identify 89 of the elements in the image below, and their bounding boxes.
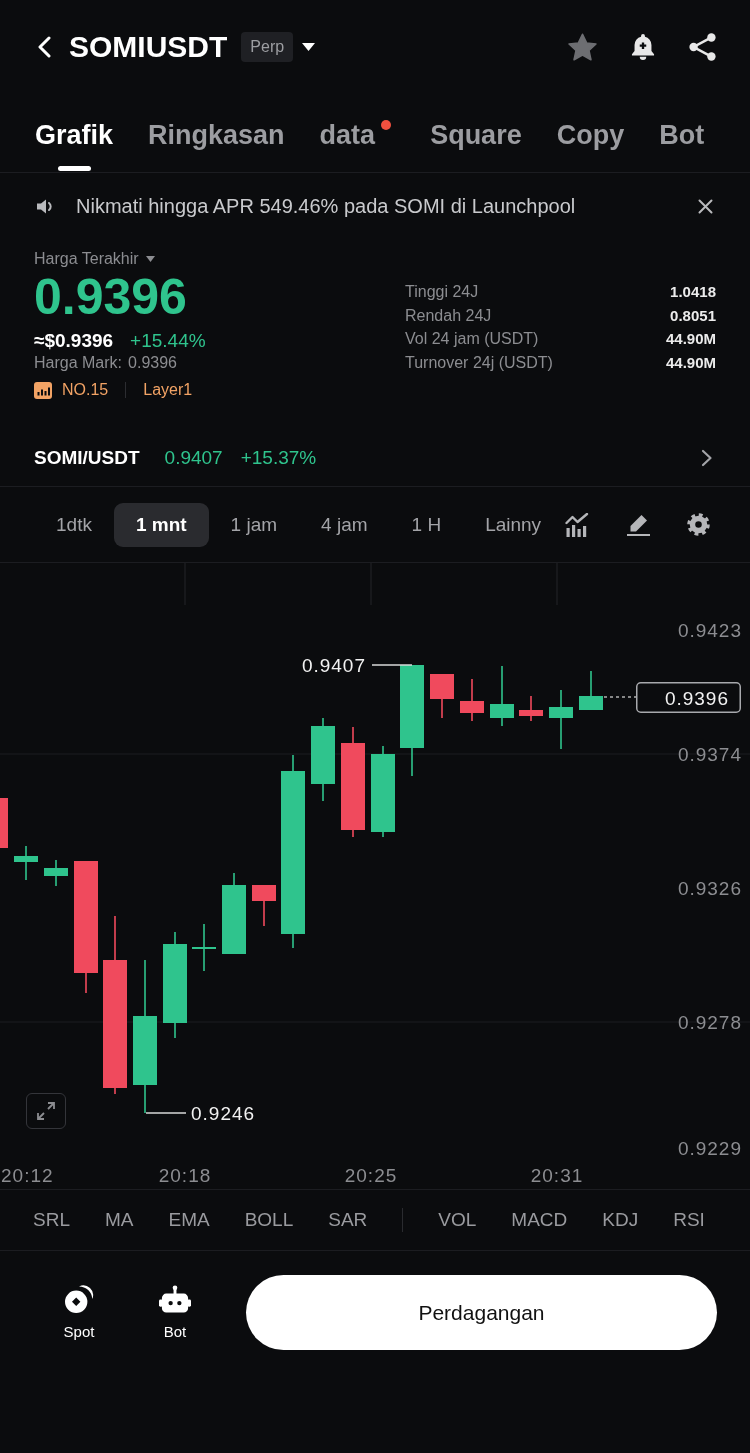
settings-icon[interactable] [687, 513, 710, 536]
price-line [603, 696, 637, 698]
indicator-button[interactable]: RSI [673, 1209, 705, 1231]
last-price-tag: 0.9396 [636, 682, 741, 713]
indicator-button[interactable]: MACD [511, 1209, 568, 1231]
caret-down-icon [145, 256, 155, 262]
indicator-button[interactable]: EMA [168, 1209, 210, 1231]
stat-value: 1.0418 [670, 282, 716, 302]
price-axis-label: 0.9374 [677, 743, 742, 765]
close-icon[interactable] [698, 199, 713, 214]
indicator-chart-icon[interactable] [564, 512, 590, 537]
stat-value: 0.8051 [670, 305, 716, 326]
stat-label: Tinggi 24J [405, 282, 479, 302]
caret-down-icon[interactable] [302, 42, 316, 51]
candle [252, 884, 276, 927]
candle [192, 923, 216, 972]
pencil-icon[interactable] [626, 513, 651, 536]
bell-plus-icon[interactable] [631, 33, 655, 60]
indicator-button[interactable]: BOLL [244, 1209, 294, 1231]
spot-pair-symbol[interactable]: SOMI/USDT [34, 447, 140, 469]
speaker-icon [37, 199, 54, 214]
tab[interactable]: Copy [556, 93, 625, 171]
time-axis-label: 20:12 [1, 1164, 54, 1186]
candle [490, 665, 514, 727]
candle [549, 689, 573, 750]
leader-line [371, 664, 413, 666]
stat-label: Vol 24 jam (USDT) [405, 329, 539, 349]
trade-button[interactable]: Perdagangan [246, 1275, 717, 1350]
tab[interactable]: Grafik [35, 93, 114, 171]
indicator-button[interactable]: KDJ [602, 1209, 639, 1231]
time-axis-label: 20:31 [530, 1164, 584, 1186]
shortcut-button[interactable]: Bot [145, 1284, 205, 1341]
spot-pair-change: +15.37% [240, 447, 317, 469]
coins-icon [64, 1284, 94, 1313]
stat-label: Turnover 24j (USDT) [405, 352, 553, 373]
shortcut-button[interactable]: Spot [49, 1284, 109, 1341]
usd-price: ≈$0.9396 [34, 330, 114, 352]
tab[interactable]: Ringkasan [148, 93, 285, 171]
tab[interactable]: data [319, 93, 376, 171]
candle [519, 695, 543, 722]
interval-tab[interactable]: Lainny [463, 502, 564, 547]
tab[interactable]: Bot [659, 93, 705, 171]
mark-price-label: Harga Mark: [34, 354, 123, 372]
price-change: +15.44% [130, 330, 206, 352]
interval-tab[interactable]: 1dtk [34, 502, 114, 547]
candle [44, 859, 68, 887]
time-axis-label: 20:25 [344, 1164, 398, 1186]
expand-icon [37, 1102, 55, 1120]
fullscreen-button[interactable] [26, 1093, 66, 1129]
price-axis-label: 0.9423 [677, 619, 742, 641]
candle [579, 670, 603, 711]
indicator-button[interactable]: SRL [33, 1209, 70, 1231]
ranking-chart-icon [34, 381, 52, 399]
share-icon[interactable] [689, 32, 716, 61]
price-axis-label: 0.9229 [677, 1137, 742, 1159]
interval-tab[interactable]: 1 mnt [113, 502, 209, 547]
announcement-text[interactable]: Nikmati hingga APR 549.46% pada SOMI di Launchpool [76, 195, 676, 218]
stat-label: Rendah 24J [405, 305, 492, 326]
chevron-right-icon[interactable] [701, 449, 713, 467]
indicator-button[interactable]: VOL [438, 1209, 477, 1231]
back-icon[interactable] [37, 35, 51, 58]
rank-tag[interactable]: NO.15 [62, 380, 109, 400]
mark-price: 0.9396 [128, 354, 177, 372]
contract-type-badge: Perp [241, 31, 294, 62]
price-axis-label: 0.9326 [677, 877, 742, 899]
candle [430, 673, 454, 719]
indicator-button[interactable]: SAR [328, 1209, 368, 1231]
leader-line [145, 1112, 187, 1114]
tab[interactable]: Square [430, 93, 522, 171]
price-axis-label: 0.9278 [677, 1011, 742, 1033]
candle [0, 798, 8, 848]
indicator-button[interactable]: MA [104, 1209, 134, 1231]
symbol-title: SOMIUSDT [69, 29, 228, 64]
candle [460, 678, 484, 722]
spot-pair-price: 0.9407 [164, 447, 223, 469]
time-axis-label: 20:18 [158, 1164, 212, 1186]
interval-tab[interactable]: 4 jam [299, 502, 390, 547]
interval-tab[interactable]: 1 H [389, 502, 464, 547]
candle [14, 845, 38, 881]
last-price: 0.9396 [34, 271, 187, 323]
interval-tab[interactable]: 1 jam [208, 502, 300, 547]
low-price-label: 0.9246 [191, 1102, 256, 1124]
stat-value: 44.90M [665, 329, 716, 349]
sector-tag[interactable]: Layer1 [143, 380, 193, 400]
robot-icon [159, 1284, 191, 1313]
price-type-dropdown[interactable]: Harga Terakhir [34, 250, 155, 268]
star-icon[interactable] [568, 32, 597, 61]
high-price-label: 0.9407 [301, 654, 366, 676]
stat-value: 44.90M [665, 352, 716, 373]
